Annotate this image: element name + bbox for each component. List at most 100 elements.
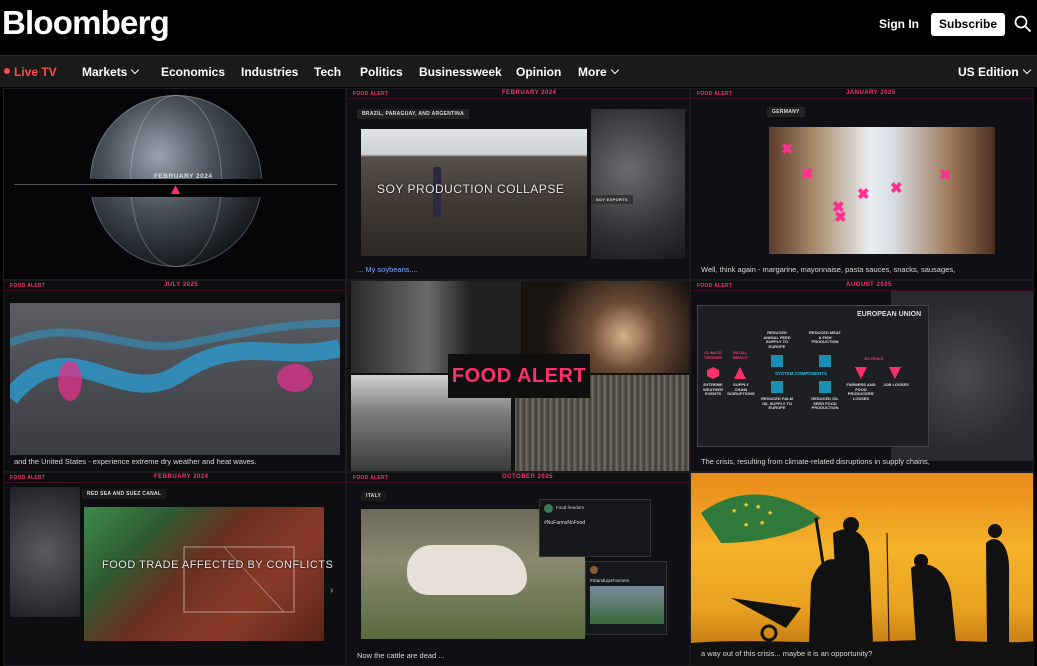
subscribe-button[interactable]: Subscribe [931,13,1005,36]
italy-caption: Now the cattle are dead ... [357,651,445,660]
soy-caption: ... My soybeans.... [357,265,418,274]
bloomberg-logo[interactable]: Bloomberg [2,4,170,42]
down-triangle-icon [855,367,867,379]
tweet-author: Food freedom [556,505,585,510]
tile-italy[interactable]: FOOD ALERT OCTOBER 2025 ITALY Food freed… [346,472,690,666]
diagram-extreme-weather: EXTREME WEATHER EVENTS [703,382,723,397]
tweet-card[interactable]: #StandUp4Farmers [585,561,667,635]
nav-industries[interactable]: Industries [241,65,298,79]
x-mark-icon: ✖ [801,166,814,183]
svg-text:★: ★ [767,509,773,517]
food-alert-collage[interactable]: FEBRUARY 2024 FOOD ALERT FEBRUARY 2024 B… [3,88,1034,666]
tile-date: OCTOBER 2025 [502,474,553,480]
cattle-figure [407,545,527,595]
diagram-reduced-meat: REDUCED MEAT & FISH PRODUCTION [809,330,841,345]
tile-heat-map[interactable]: FOOD ALERT JULY 2025 and the United Stat… [3,280,346,472]
tile-soy[interactable]: FOOD ALERT FEBRUARY 2024 BRAZIL, PARAGUA… [346,88,690,280]
tile-date: FEBRUARY 2024 [502,90,557,96]
svg-text:★: ★ [731,507,737,515]
tile-date: AUGUST 2025 [846,282,892,288]
nav-markets-label: Markets [82,65,128,79]
x-mark-icon: ✖ [890,180,903,197]
nav-politics[interactable]: Politics [360,65,403,79]
edition-selector[interactable]: US Edition [958,65,1031,79]
red-sea-title: FOOD TRADE AFFECTED BY CONFLICTS [102,559,334,571]
chevron-down-icon [1022,65,1031,75]
ship-outline-overlay [183,546,295,613]
eu-caption: The crisis, resulting from climate-relat… [701,457,930,466]
diagram-supply-disruptions: SUPPLY CHAIN DISRUPTIONS [727,382,755,397]
jet-stream-overlay [10,319,340,404]
silhouette-scene: ★★ ★★★★ [691,494,1033,665]
diagram-climate-trigger: CLIMATE TRIGGER [703,350,723,360]
edition-label: US Edition [958,65,1019,79]
supermarket-photo [769,127,995,254]
x-mark-icon: ✖ [857,186,870,203]
nav-more-label: More [578,65,607,79]
nav-tech[interactable]: Tech [314,65,341,79]
tile-date: FEBRUARY 2024 [154,474,209,480]
food-alert-tag: FOOD ALERT [353,91,389,97]
nav-markets[interactable]: Markets [82,65,140,79]
food-alert-tag: FOOD ALERT [697,283,733,289]
diagram-initial-impact: INITIAL IMPACT [732,350,748,360]
diagram-node [771,355,783,367]
x-mark-icon: ✖ [939,167,952,184]
diagram-reduced-palm: REDUCED PALM OIL SUPPLY TO EUROPE [761,396,793,411]
tweet-card[interactable]: Food freedom #NoFarmsNoFood [539,499,651,557]
svg-text:★: ★ [743,521,749,529]
heat-caption: and the United States - experience extre… [14,457,257,466]
asia-map [591,109,685,259]
top-bar: Bloomberg Sign In Subscribe [0,0,1037,55]
nav-businessweek[interactable]: Businessweek [419,65,502,79]
svg-text:★: ★ [759,519,765,527]
soy-title: SOY PRODUCTION COLLAPSE [377,182,565,196]
chevron-down-icon [131,65,140,75]
diagram-node [771,381,783,393]
food-alert-tag: FOOD ALERT [353,475,389,481]
food-alert-tag: FOOD ALERT [10,475,46,481]
tractors-photo [590,586,664,624]
x-mark-icon: ✖ [834,209,847,226]
x-mark-icon: ✖ [781,141,794,158]
location-label: RED SEA AND SUEZ CANAL [82,489,167,499]
eu-flag-caption: a way out of this crisis... maybe it is … [701,649,873,658]
map-badge: SOY EXPORTS [591,195,633,204]
diagram-reduced-feed: REDUCED ANIMAL FEED SUPPLY TO EUROPE [763,330,791,349]
triangle-marker-icon [171,185,180,194]
food-alert-tag: FOOD ALERT [697,91,733,97]
food-alert-title: FOOD ALERT [448,354,590,398]
diagram-farmers-losses: FARMERS AND FOOD PRODUCERS' LOSSES [846,382,876,401]
tweet-hashtag: #NoFarmsNoFood [544,520,586,526]
tile-eu-flag[interactable]: ★ ★ ★ ★ ★ ★ a way out of this crisis... maybe… [690,472,1034,666]
avatar [544,504,553,513]
tile-date: JULY 2025 [164,282,199,288]
diagram-node [819,381,831,393]
location-label: BRAZIL, PARAGUAY, AND ARGENTINA [357,109,469,119]
svg-text:★: ★ [755,503,761,511]
region-map [10,487,80,617]
location-label: GERMANY [767,107,805,117]
tweet-hashtag: #StandUp4Farmers [590,578,630,583]
nav-opinion[interactable]: Opinion [516,65,561,79]
location-label: ITALY [361,491,387,501]
food-alert-tag: FOOD ALERT [10,283,46,289]
globe-date: FEBRUARY 2024 [154,173,213,180]
nav-more[interactable]: More [578,65,619,79]
chevron-down-icon [610,65,619,75]
search-icon[interactable] [1014,15,1032,33]
diagram-job-losses: JOB LOSSES [883,382,909,387]
tile-germany[interactable]: FOOD ALERT JANUARY 2025 GERMANY ✖ ✖ ✖ ✖ … [690,88,1034,280]
live-indicator-icon [4,68,10,74]
tile-eu-diagram[interactable]: FOOD ALERT AUGUST 2025 EUROPEAN UNION CL… [690,280,1034,472]
chevron-right-icon[interactable]: › [330,585,333,596]
tile-red-sea[interactable]: FOOD ALERT FEBRUARY 2024 RED SEA AND SUE… [3,472,346,666]
nav-live-tv[interactable]: Live TV [14,65,57,79]
diagram-node [819,355,831,367]
tile-globe[interactable]: FEBRUARY 2024 [3,88,346,280]
nav-economics[interactable]: Economics [161,65,225,79]
diagram-system-components: SYSTEM COMPONENTS [774,371,827,376]
tile-date: JANUARY 2025 [846,90,896,96]
sign-in-link[interactable]: Sign In [879,17,919,31]
svg-text:★: ★ [743,501,749,509]
